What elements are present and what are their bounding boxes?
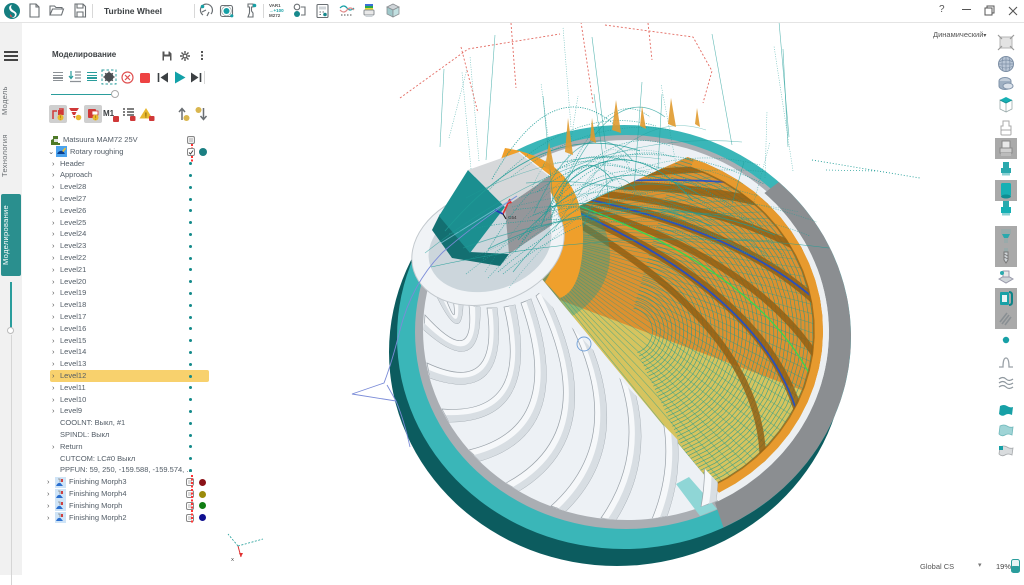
svg-text:X: X xyxy=(231,557,234,562)
svg-text:!: ! xyxy=(145,113,147,120)
